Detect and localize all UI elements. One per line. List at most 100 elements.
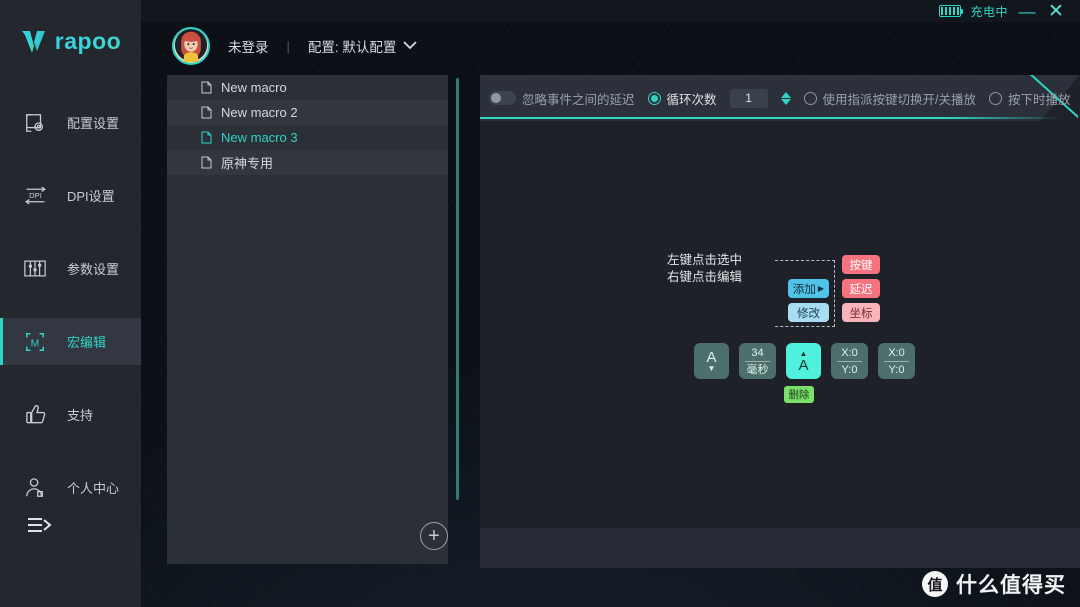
key-chip[interactable]: 按键 <box>842 255 880 274</box>
parameter-settings-icon <box>22 256 48 282</box>
key-down-block[interactable]: ▲ A <box>786 343 821 379</box>
coordinate-chip[interactable]: 坐标 <box>842 303 880 322</box>
macro-editor-icon: M <box>22 329 48 355</box>
loop-count-option[interactable]: 循环次数 <box>647 89 717 108</box>
user-center-icon <box>22 475 48 501</box>
spinner-up-down-icon[interactable] <box>780 91 791 105</box>
document-icon <box>201 131 212 144</box>
macro-name: New macro 3 <box>221 130 298 145</box>
close-button[interactable]: ✕ <box>1046 1 1066 21</box>
delay-value: 34 <box>751 346 764 359</box>
charging-status-label: 充电中 <box>970 4 1008 19</box>
legend-line-2: 右键点击编辑 <box>667 270 743 284</box>
watermark-text: 什么值得买 <box>956 574 1066 597</box>
delete-event-button[interactable]: 删除 <box>784 386 814 403</box>
watermark: 值 什么值得买 <box>922 569 1066 599</box>
macro-name: New macro <box>221 80 287 95</box>
press-play-label: 按下时播放 <box>1008 92 1071 107</box>
sidebar-item-label: 参数设置 <box>67 262 120 277</box>
app-window: 充电中 — ✕ rapoo 配置设置 DPI DPI设置 参数设置 M 宏编辑 … <box>0 0 1080 607</box>
title-bar-controls: 充电中 — ✕ <box>939 1 1080 21</box>
add-menu-item[interactable]: 添加 ▶ <box>788 279 829 298</box>
editor-bottom-bar <box>480 528 1080 568</box>
ignore-delay-toggle[interactable] <box>489 91 516 105</box>
coordinate-block[interactable]: X:0 Y:0 <box>831 343 868 379</box>
user-avatar[interactable] <box>172 27 210 65</box>
brand-logo: rapoo <box>0 28 141 55</box>
sidebar-item-label: 配置设置 <box>67 116 120 131</box>
macro-event-blocks: A ▼ 34 毫秒 ▲ A X:0 Y:0 X:0 Y:0 <box>694 343 915 379</box>
macro-name: 原神专用 <box>221 156 274 171</box>
collapse-menu-icon[interactable] <box>27 516 53 534</box>
coord-y: Y:0 <box>841 363 858 376</box>
sidebar-item-dpi-settings[interactable]: DPI DPI设置 <box>0 172 141 219</box>
ignore-delay-option[interactable]: 忽略事件之间的延迟 <box>489 89 635 108</box>
document-icon <box>201 106 212 119</box>
add-arrow-icon: ▶ <box>817 284 825 293</box>
list-item[interactable]: New macro 3 <box>167 125 448 150</box>
loop-count-label: 循环次数 <box>666 92 717 107</box>
list-item[interactable]: New macro <box>167 75 448 100</box>
sidebar-nav: 配置设置 DPI DPI设置 参数设置 M 宏编辑 支持 个人中心 <box>0 99 141 511</box>
key-up-block[interactable]: A ▼ <box>694 343 729 379</box>
block-key-letter: A <box>706 348 717 366</box>
coord-x: X:0 <box>841 346 858 359</box>
loop-count-input[interactable]: 1 <box>729 88 768 108</box>
dpi-settings-icon: DPI <box>22 183 48 209</box>
minimize-button[interactable]: — <box>1017 1 1037 21</box>
brand-name: rapoo <box>54 28 122 54</box>
chevron-down-icon <box>402 39 418 53</box>
config-settings-icon <box>22 110 48 136</box>
document-icon <box>201 81 212 94</box>
macro-list-scrollbar[interactable] <box>456 78 459 500</box>
rapoo-v-logo-icon <box>20 29 48 55</box>
toggle-play-option[interactable]: 使用指派按键切换开/关播放 <box>803 89 977 108</box>
add-macro-button[interactable]: + <box>420 522 448 550</box>
coord-y: Y:0 <box>888 363 905 376</box>
sidebar-item-label: 宏编辑 <box>67 335 107 350</box>
legend-line-1: 左键点击选中 <box>667 253 743 267</box>
delay-unit: 毫秒 <box>746 363 769 376</box>
macro-list-panel: New macro New macro 2 New macro 3 原神专用 <box>167 75 448 564</box>
svg-text:M: M <box>31 338 39 349</box>
coord-x: X:0 <box>888 346 905 359</box>
coordinate-block[interactable]: X:0 Y:0 <box>878 343 915 379</box>
document-icon <box>201 156 212 169</box>
svg-text:DPI: DPI <box>29 191 42 200</box>
list-item[interactable]: 原神专用 <box>167 150 448 175</box>
sidebar-item-label: DPI设置 <box>67 189 115 204</box>
battery-charging-icon <box>939 5 964 17</box>
loop-count-radio[interactable] <box>647 91 661 105</box>
sidebar-item-user-center[interactable]: 个人中心 <box>0 464 141 511</box>
sidebar-item-config-settings[interactable]: 配置设置 <box>0 99 141 146</box>
toggle-play-label: 使用指派按键切换开/关播放 <box>822 92 977 107</box>
add-label: 添加 <box>792 283 816 296</box>
toggle-play-radio[interactable] <box>803 91 817 105</box>
thumbs-up-icon <box>22 402 48 428</box>
sidebar: rapoo 配置设置 DPI DPI设置 参数设置 M 宏编辑 支持 个人中心 <box>0 0 141 607</box>
header-bar: 未登录 | 配置: 默认配置 <box>141 22 1080 70</box>
delay-block[interactable]: 34 毫秒 <box>739 343 776 379</box>
block-direction-arrow: ▼ <box>707 363 716 373</box>
toolbar-controls: 忽略事件之间的延迟 循环次数 1 使用指派按键切换开/关播放 按下时播放 <box>480 75 1080 121</box>
sidebar-item-support[interactable]: 支持 <box>0 391 141 438</box>
modify-menu-item[interactable]: 修改 <box>788 303 829 322</box>
config-selector[interactable]: 配置: 默认配置 <box>308 36 419 56</box>
login-status-label[interactable]: 未登录 <box>228 36 269 56</box>
list-item[interactable]: New macro 2 <box>167 100 448 125</box>
editor-legend: 左键点击选中 右键点击编辑 按键 延迟 坐标 添加 ▶ 修改 <box>667 252 880 327</box>
title-bar: 充电中 — ✕ <box>0 0 1080 22</box>
sidebar-item-macro-editor[interactable]: M 宏编辑 <box>0 318 141 365</box>
press-play-option[interactable]: 按下时播放 <box>989 89 1071 108</box>
macro-name: New macro 2 <box>221 105 298 120</box>
press-play-radio[interactable] <box>989 91 1003 105</box>
sidebar-item-label: 个人中心 <box>67 481 120 496</box>
header-separator: | <box>286 38 290 54</box>
block-key-letter: A <box>798 356 809 374</box>
config-label: 配置: 默认配置 <box>307 40 397 55</box>
sidebar-item-parameter-settings[interactable]: 参数设置 <box>0 245 141 292</box>
macro-list: New macro New macro 2 New macro 3 原神专用 <box>167 75 448 564</box>
watermark-logo: 值 <box>922 571 948 597</box>
sidebar-item-label: 支持 <box>67 408 94 423</box>
delay-chip[interactable]: 延迟 <box>842 279 880 298</box>
